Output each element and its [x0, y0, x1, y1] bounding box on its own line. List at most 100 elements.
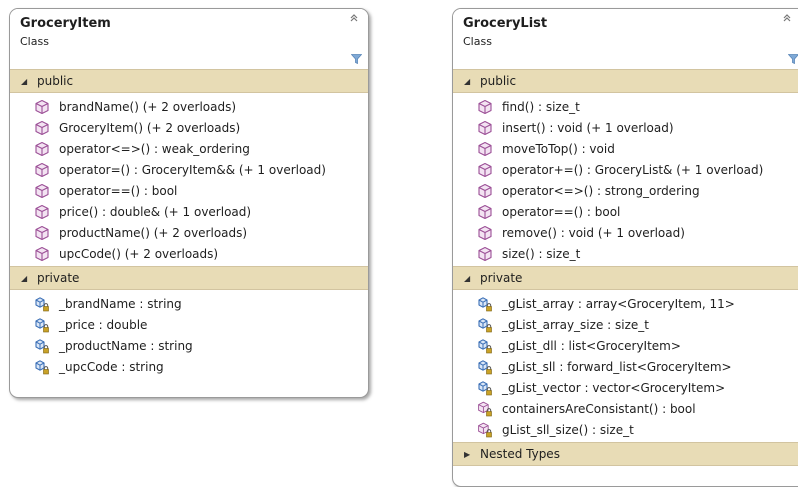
member-row[interactable]: _gList_dll : list<GroceryItem> — [453, 335, 798, 356]
private-field-icon — [477, 317, 493, 333]
member-row[interactable]: _gList_array : array<GroceryItem, 11> — [453, 293, 798, 314]
public-section-header[interactable]: ◢ public — [10, 69, 368, 93]
method-icon — [477, 225, 493, 241]
member-row[interactable]: remove() : void (+ 1 overload) — [453, 222, 798, 243]
class-stereotype: Class — [20, 35, 49, 48]
public-member-list: find() : size_t insert() : void (+ 1 over… — [453, 93, 798, 266]
member-row[interactable]: operator<=>() : weak_ordering — [10, 138, 368, 159]
method-icon — [34, 120, 50, 136]
method-icon — [477, 141, 493, 157]
method-icon — [477, 246, 493, 262]
member-signature: remove() : void (+ 1 overload) — [502, 225, 685, 240]
class-title: GroceryItem — [20, 16, 111, 31]
method-icon — [477, 99, 493, 115]
member-signature: containersAreConsistant() : bool — [502, 401, 696, 416]
member-signature: _gList_array_size : size_t — [502, 317, 649, 332]
private-field-icon — [477, 338, 493, 354]
member-signature: size() : size_t — [502, 246, 581, 261]
member-signature: moveToTop() : void — [502, 141, 615, 156]
method-icon — [34, 183, 50, 199]
private-member-list: _brandName : string _price : double _produ… — [10, 290, 368, 379]
member-signature: gList_sll_size() : size_t — [502, 422, 634, 437]
member-row[interactable]: _gList_vector : vector<GroceryItem> — [453, 377, 798, 398]
member-signature: operator==() : bool — [59, 183, 178, 198]
method-icon — [34, 162, 50, 178]
member-row[interactable]: _productName : string — [10, 335, 368, 356]
member-row[interactable]: brandName() (+ 2 overloads) — [10, 96, 368, 117]
section-collapsed-arrow-icon[interactable]: ▶ — [464, 450, 474, 459]
member-row[interactable]: find() : size_t — [453, 96, 798, 117]
method-icon — [34, 99, 50, 115]
member-row[interactable]: productName() (+ 2 overloads) — [10, 222, 368, 243]
private-method-icon — [477, 401, 493, 417]
section-label: Nested Types — [480, 447, 560, 461]
member-signature: brandName() (+ 2 overloads) — [59, 99, 237, 114]
private-method-icon — [477, 422, 493, 438]
method-icon — [34, 141, 50, 157]
member-row[interactable]: operator=() : GroceryItem&& (+ 1 overloa… — [10, 159, 368, 180]
member-row[interactable]: insert() : void (+ 1 overload) — [453, 117, 798, 138]
member-row[interactable]: _gList_array_size : size_t — [453, 314, 798, 335]
member-signature: operator=() : GroceryItem&& (+ 1 overloa… — [59, 162, 326, 177]
member-row[interactable]: _price : double — [10, 314, 368, 335]
member-signature: GroceryItem() (+ 2 overloads) — [59, 120, 241, 135]
nested-types-section-header[interactable]: ▶ Nested Types — [453, 442, 798, 466]
member-row[interactable]: GroceryItem() (+ 2 overloads) — [10, 117, 368, 138]
private-section-header[interactable]: ◢ private — [10, 266, 368, 290]
member-row[interactable]: upcCode() (+ 2 overloads) — [10, 243, 368, 264]
method-icon — [477, 162, 493, 178]
private-section-header[interactable]: ◢ private — [453, 266, 798, 290]
member-signature: _gList_sll : forward_list<GroceryItem> — [502, 359, 732, 374]
member-row[interactable]: gList_sll_size() : size_t — [453, 419, 798, 440]
section-expanded-arrow-icon[interactable]: ◢ — [21, 274, 31, 283]
grocery-item-class-shape[interactable]: GroceryItem Class ◢ public brandName() (… — [9, 8, 369, 398]
member-row[interactable]: _brandName : string — [10, 293, 368, 314]
member-signature: operator<=>() : strong_ordering — [502, 183, 700, 198]
class-stereotype: Class — [463, 35, 492, 48]
method-icon — [477, 120, 493, 136]
private-field-icon — [477, 380, 493, 396]
member-signature: _gList_array : array<GroceryItem, 11> — [502, 296, 735, 311]
class-header[interactable]: GroceryList Class — [453, 9, 798, 69]
public-section-header[interactable]: ◢ public — [453, 69, 798, 93]
section-expanded-arrow-icon[interactable]: ◢ — [464, 77, 474, 86]
member-row[interactable]: moveToTop() : void — [453, 138, 798, 159]
section-label: public — [480, 74, 517, 88]
private-member-list: _gList_array : array<GroceryItem, 11> _gL… — [453, 290, 798, 442]
member-row[interactable]: containersAreConsistant() : bool — [453, 398, 798, 419]
section-expanded-arrow-icon[interactable]: ◢ — [464, 274, 474, 283]
member-row[interactable]: _gList_sll : forward_list<GroceryItem> — [453, 356, 798, 377]
member-signature: _upcCode : string — [59, 359, 164, 374]
member-signature: _gList_vector : vector<GroceryItem> — [502, 380, 726, 395]
member-row[interactable]: size() : size_t — [453, 243, 798, 264]
member-row[interactable]: operator+=() : GroceryList& (+ 1 overloa… — [453, 159, 798, 180]
method-icon — [477, 183, 493, 199]
collapse-chevron-icon[interactable] — [349, 13, 359, 25]
private-field-icon — [34, 317, 50, 333]
member-row[interactable]: price() : double& (+ 1 overload) — [10, 201, 368, 222]
grocery-list-class-shape[interactable]: GroceryList Class ◢ public find() : size… — [452, 8, 798, 487]
method-icon — [34, 246, 50, 262]
member-signature: price() : double& (+ 1 overload) — [59, 204, 252, 219]
member-row[interactable]: operator<=>() : strong_ordering — [453, 180, 798, 201]
member-signature: productName() (+ 2 overloads) — [59, 225, 248, 240]
filter-icon[interactable] — [350, 49, 363, 68]
section-label: private — [37, 271, 80, 285]
member-signature: _brandName : string — [59, 296, 182, 311]
method-icon — [34, 204, 50, 220]
filter-icon[interactable] — [787, 49, 798, 68]
method-icon — [34, 225, 50, 241]
member-signature: upcCode() (+ 2 overloads) — [59, 246, 219, 261]
collapse-chevron-icon[interactable] — [782, 13, 792, 25]
member-signature: _price : double — [59, 317, 148, 332]
method-icon — [477, 204, 493, 220]
section-expanded-arrow-icon[interactable]: ◢ — [21, 77, 31, 86]
class-header[interactable]: GroceryItem Class — [10, 9, 368, 69]
section-label: public — [37, 74, 74, 88]
member-row[interactable]: _upcCode : string — [10, 356, 368, 377]
member-row[interactable]: operator==() : bool — [10, 180, 368, 201]
public-member-list: brandName() (+ 2 overloads) GroceryItem()… — [10, 93, 368, 266]
private-field-icon — [477, 296, 493, 312]
member-row[interactable]: operator==() : bool — [453, 201, 798, 222]
private-field-icon — [34, 296, 50, 312]
